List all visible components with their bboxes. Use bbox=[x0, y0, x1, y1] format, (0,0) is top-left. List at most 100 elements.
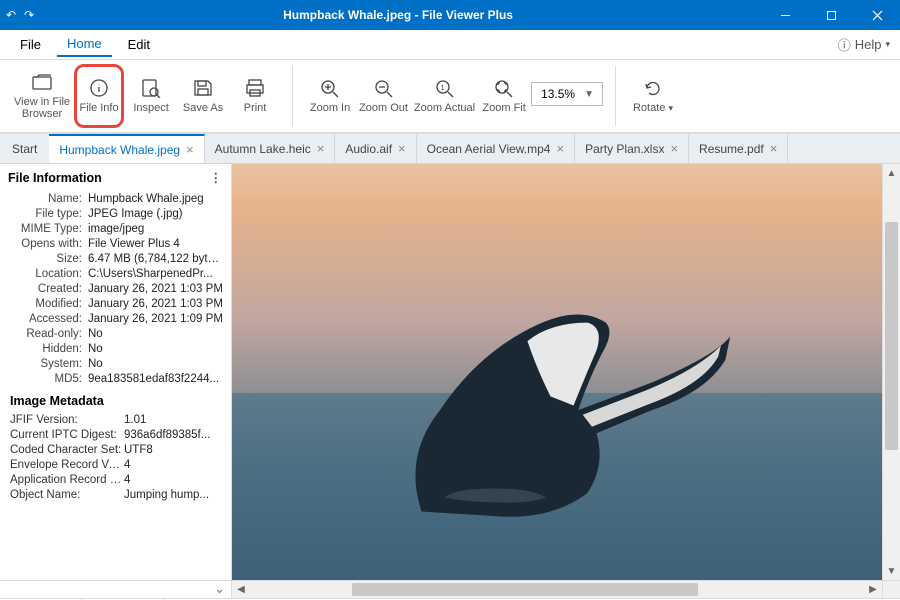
view-in-browser-button[interactable]: View in File Browser bbox=[12, 64, 72, 128]
zoom-fit-button[interactable]: Zoom Fit bbox=[479, 64, 529, 128]
scroll-down-icon[interactable]: ▼ bbox=[883, 562, 900, 580]
info-value: No bbox=[88, 328, 223, 340]
close-button[interactable] bbox=[854, 0, 900, 30]
info-label: Accessed: bbox=[0, 313, 88, 325]
meta-value: Jumping hump... bbox=[124, 489, 231, 501]
redo-icon[interactable]: ↷ bbox=[24, 8, 34, 22]
inspect-button[interactable]: Inspect bbox=[126, 64, 176, 128]
folder-open-icon bbox=[31, 72, 53, 92]
file-info-button[interactable]: File Info bbox=[74, 64, 124, 128]
close-icon[interactable]: × bbox=[317, 141, 325, 156]
close-icon[interactable]: × bbox=[186, 142, 194, 157]
scroll-thumb[interactable] bbox=[352, 583, 698, 596]
zoom-actual-button[interactable]: 1 Zoom Actual bbox=[412, 64, 477, 128]
info-value: 9ea183581edaf83f2244... bbox=[88, 373, 223, 385]
menu-home[interactable]: Home bbox=[57, 32, 112, 57]
info-value: C:\Users\SharpenedPr... bbox=[88, 268, 223, 280]
info-value: File Viewer Plus 4 bbox=[88, 238, 223, 250]
scroll-left-icon[interactable]: ◀ bbox=[232, 581, 250, 598]
info-row: Modified:January 26, 2021 1:03 PM bbox=[0, 296, 231, 311]
tab-resume[interactable]: Resume.pdf× bbox=[689, 134, 788, 163]
tab-audio[interactable]: Audio.aif× bbox=[335, 134, 416, 163]
chevron-down-icon: ▼ bbox=[584, 89, 594, 100]
info-label: Size: bbox=[0, 253, 88, 265]
start-tab[interactable]: Start bbox=[0, 134, 49, 163]
menu-edit[interactable]: Edit bbox=[118, 33, 160, 56]
info-label: Location: bbox=[0, 268, 88, 280]
meta-value: UTF8 bbox=[124, 444, 231, 456]
info-row: System:No bbox=[0, 356, 231, 371]
close-icon[interactable]: × bbox=[670, 141, 678, 156]
info-value: JPEG Image (.jpg) bbox=[88, 208, 223, 220]
image-content[interactable] bbox=[232, 164, 882, 580]
info-row: File type:JPEG Image (.jpg) bbox=[0, 206, 231, 221]
horizontal-scrollbar[interactable]: ◀ ▶ bbox=[232, 581, 882, 598]
meta-label: Envelope Record Versio... bbox=[0, 459, 124, 471]
minimize-button[interactable] bbox=[762, 0, 808, 30]
meta-value: 1.01 bbox=[124, 414, 231, 426]
info-row: Size:6.47 MB (6,784,122 bytes) bbox=[0, 251, 231, 266]
info-label: Created: bbox=[0, 283, 88, 295]
vertical-scrollbar[interactable]: ▲ ▼ bbox=[882, 164, 900, 580]
zoom-out-button[interactable]: Zoom Out bbox=[357, 64, 410, 128]
title-bar: ↶ ↷ Humpback Whale.jpeg - File Viewer Pl… bbox=[0, 0, 900, 30]
meta-row: Object Name:Jumping hump... bbox=[0, 487, 231, 502]
meta-row: Envelope Record Versio...4 bbox=[0, 457, 231, 472]
info-label: System: bbox=[0, 358, 88, 370]
file-info-panel: File Information ⋮ Name:Humpback Whale.j… bbox=[0, 164, 232, 580]
sidebar-scroll-hint: ⌄ bbox=[0, 581, 232, 598]
window-title: Humpback Whale.jpeg - File Viewer Plus bbox=[34, 8, 762, 22]
document-tabs: Start Humpback Whale.jpeg× Autumn Lake.h… bbox=[0, 134, 900, 164]
meta-row: Coded Character Set:UTF8 bbox=[0, 442, 231, 457]
zoom-in-button[interactable]: Zoom In bbox=[305, 64, 355, 128]
tab-ocean-aerial[interactable]: Ocean Aerial View.mp4× bbox=[417, 134, 575, 163]
print-button[interactable]: Print bbox=[230, 64, 280, 128]
close-icon[interactable]: × bbox=[556, 141, 564, 156]
info-row: Created:January 26, 2021 1:03 PM bbox=[0, 281, 231, 296]
rotate-icon bbox=[642, 78, 664, 98]
info-label: Read-only: bbox=[0, 328, 88, 340]
info-value: image/jpeg bbox=[88, 223, 223, 235]
save-as-button[interactable]: Save As bbox=[178, 64, 228, 128]
tab-autumn-lake[interactable]: Autumn Lake.heic× bbox=[205, 134, 336, 163]
info-row: Accessed:January 26, 2021 1:09 PM bbox=[0, 311, 231, 326]
close-icon[interactable]: × bbox=[398, 141, 406, 156]
meta-label: Object Name: bbox=[0, 489, 124, 501]
menu-file[interactable]: File bbox=[10, 33, 51, 56]
info-label: Modified: bbox=[0, 298, 88, 310]
meta-row: Application Record Ver...4 bbox=[0, 472, 231, 487]
whale-illustration bbox=[349, 272, 752, 530]
meta-label: Application Record Ver... bbox=[0, 474, 124, 486]
meta-label: JFIF Version: bbox=[0, 414, 124, 426]
file-info-heading: File Information bbox=[8, 171, 102, 185]
undo-icon[interactable]: ↶ bbox=[6, 8, 16, 22]
zoom-actual-icon: 1 bbox=[434, 78, 456, 98]
panel-menu-icon[interactable]: ⋮ bbox=[210, 170, 224, 185]
inspect-icon bbox=[140, 78, 162, 98]
tab-party-plan[interactable]: Party Plan.xlsx× bbox=[575, 134, 689, 163]
zoom-out-icon bbox=[373, 78, 395, 98]
tab-humpback-whale[interactable]: Humpback Whale.jpeg× bbox=[49, 134, 204, 163]
zoom-level-dropdown[interactable]: 13.5% ▼ bbox=[531, 82, 603, 106]
meta-label: Current IPTC Digest: bbox=[0, 429, 124, 441]
info-row: MIME Type:image/jpeg bbox=[0, 221, 231, 236]
meta-label: Coded Character Set: bbox=[0, 444, 124, 456]
meta-row: Current IPTC Digest:936a6df89385f... bbox=[0, 427, 231, 442]
info-label: Opens with: bbox=[0, 238, 88, 250]
save-icon bbox=[192, 78, 214, 98]
menu-help[interactable]: ⓘ Help ▾ bbox=[838, 35, 890, 54]
scroll-thumb[interactable] bbox=[885, 222, 898, 450]
close-icon[interactable]: × bbox=[770, 141, 778, 156]
scroll-right-icon[interactable]: ▶ bbox=[864, 581, 882, 598]
zoom-fit-icon bbox=[493, 78, 515, 98]
info-value: January 26, 2021 1:09 PM bbox=[88, 313, 223, 325]
chevron-down-icon: ▾ bbox=[885, 39, 890, 50]
info-value: January 26, 2021 1:03 PM bbox=[88, 298, 223, 310]
maximize-button[interactable] bbox=[808, 0, 854, 30]
image-viewer: ▲ ▼ bbox=[232, 164, 900, 580]
scroll-up-icon[interactable]: ▲ bbox=[883, 164, 900, 182]
print-icon bbox=[244, 78, 266, 98]
rotate-button[interactable]: Rotate ▾ bbox=[628, 64, 678, 128]
info-label: Hidden: bbox=[0, 343, 88, 355]
info-row: Read-only:No bbox=[0, 326, 231, 341]
